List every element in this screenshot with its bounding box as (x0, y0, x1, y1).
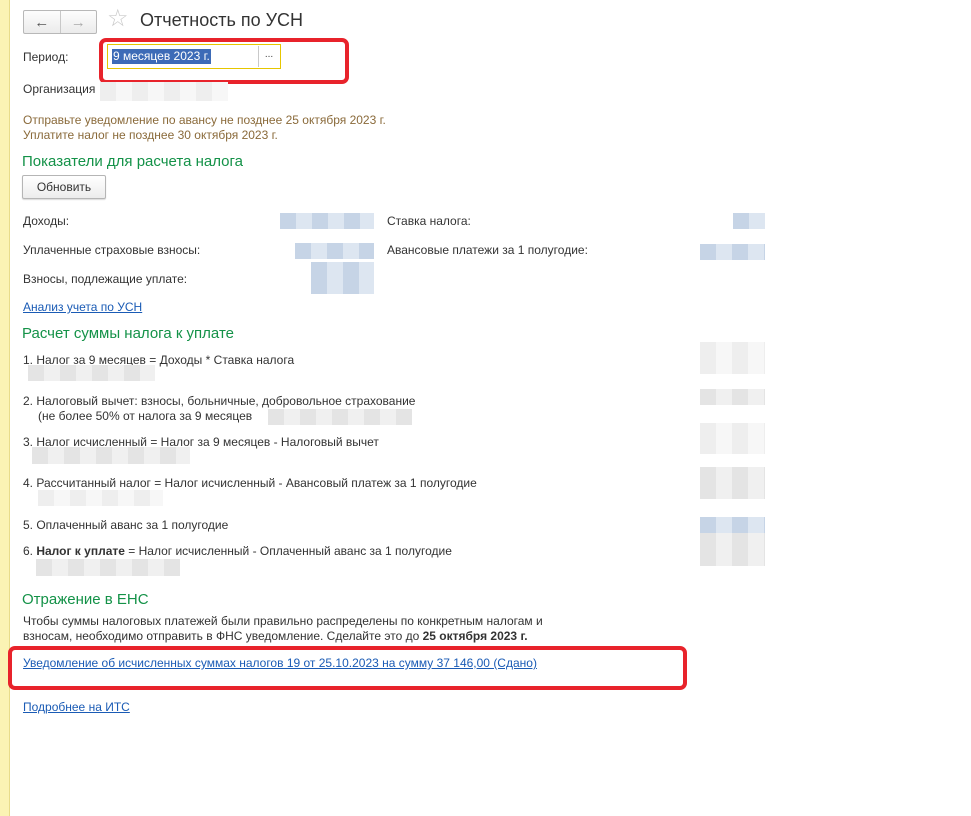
organization-label: Организация (23, 82, 96, 96)
contributions-due-value (311, 262, 374, 294)
calc-line-2-limit-value (268, 409, 412, 425)
calc-line-2-value (700, 389, 765, 405)
left-panel-strip (0, 0, 10, 816)
calc-line-4-formula (38, 490, 163, 506)
calc-line-5: 5. Оплаченный аванс за 1 полугодие (23, 518, 229, 532)
calc-line-6: 6. Налог к уплате = Налог исчисленный - … (23, 544, 452, 558)
income-label: Доходы: (23, 214, 70, 228)
calc-line-2: 2. Налоговый вычет: взносы, больничные, … (23, 394, 416, 408)
navigation-buttons: ← → (23, 10, 97, 34)
calculation-heading: Расчет суммы налога к уплате (22, 325, 234, 342)
paid-insurance-value (295, 243, 374, 259)
income-value (280, 213, 374, 229)
calc-line-2-limit: (не более 50% от налога за 9 месяцев (38, 409, 253, 423)
indicators-heading: Показатели для расчета налога (22, 153, 243, 170)
calc-line-3-formula (32, 447, 190, 464)
calc-line-1-value (700, 342, 765, 374)
ens-deadline: 25 октября 2023 г. (422, 629, 528, 643)
its-link[interactable]: Подробнее на ИТС (23, 700, 130, 714)
advance-h1-value (700, 244, 765, 260)
favorite-star-icon[interactable]: ☆ (107, 5, 129, 33)
analysis-link[interactable]: Анализ учета по УСН (23, 300, 142, 314)
notification-highlight-frame (8, 646, 687, 690)
ens-heading: Отражение в ЕНС (22, 591, 149, 608)
period-label: Период: (23, 50, 69, 64)
notice-advance-deadline: Отправьте уведомление по авансу не поздн… (23, 113, 386, 127)
calc-line-5-value (700, 517, 765, 533)
refresh-button[interactable]: Обновить (22, 175, 106, 199)
forward-arrow-icon[interactable]: → (61, 11, 97, 33)
back-arrow-icon[interactable]: ← (24, 11, 61, 33)
calc-line-4: 4. Рассчитанный налог = Налог исчисленны… (23, 476, 477, 490)
advance-h1-label: Авансовые платежи за 1 полугодие: (387, 243, 588, 257)
notice-tax-deadline: Уплатите налог не позднее 30 октября 202… (23, 128, 278, 142)
calc-line-6-formula (36, 559, 180, 576)
organization-value[interactable] (100, 82, 228, 101)
paid-insurance-label: Уплаченные страховые взносы: (23, 243, 201, 257)
calc-line-4-value (700, 467, 765, 499)
calc-line-1-formula (28, 365, 155, 381)
period-highlight-frame (99, 38, 349, 84)
tax-rate-value (733, 213, 765, 229)
ens-description-line2: взносам, необходимо отправить в ФНС увед… (23, 629, 528, 643)
calc-line-3-value (700, 423, 765, 454)
calc-line-6-value (700, 533, 765, 566)
ens-description-line1: Чтобы суммы налоговых платежей были прав… (23, 614, 543, 628)
tax-rate-label: Ставка налога: (387, 214, 471, 228)
contributions-due-label: Взносы, подлежащие уплате: (23, 272, 188, 286)
tax-payable-label: Налог к уплате (36, 544, 125, 558)
page-title: Отчетность по УСН (140, 10, 304, 30)
